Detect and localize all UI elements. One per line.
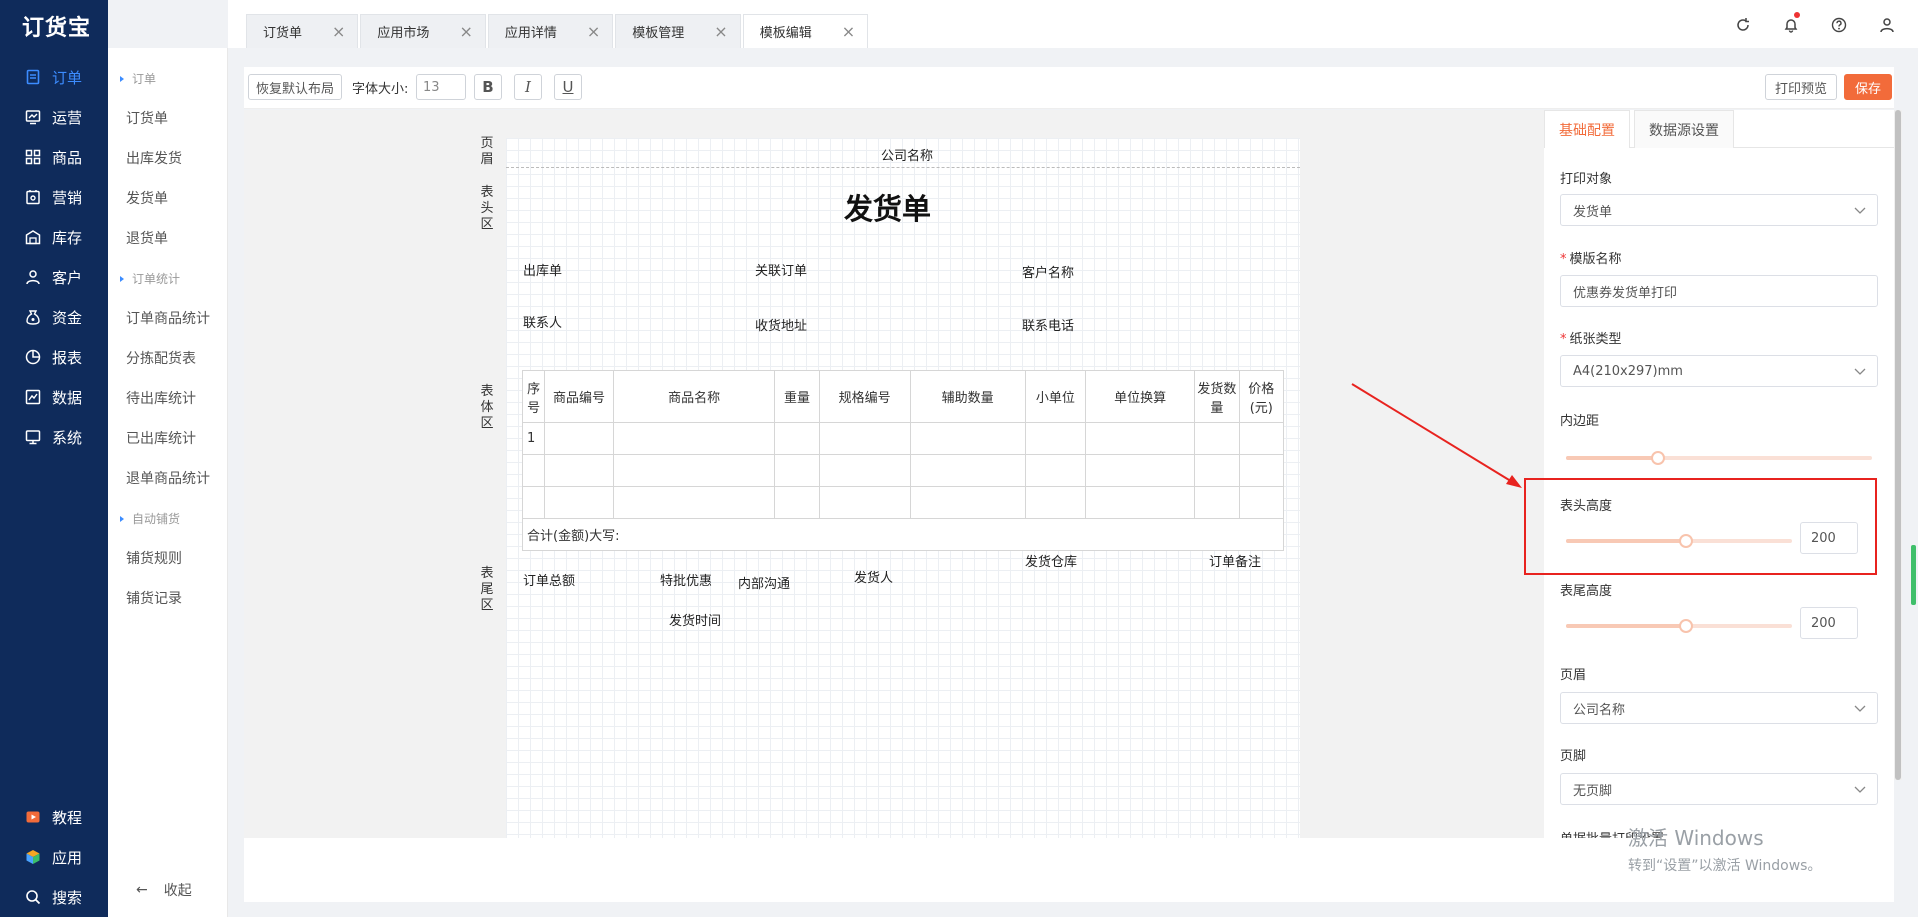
windows-watermark: 激活 Windows 转到“设置”以激活 Windows。 bbox=[1628, 822, 1821, 875]
app-root: 订货宝 订单 运营 商品 营销 库存 客户 资金 报表 数据 系统 教程 应用 … bbox=[0, 0, 1918, 917]
slider-handle[interactable] bbox=[1651, 451, 1665, 465]
footer-height-slider[interactable] bbox=[1566, 619, 1792, 633]
config-panel: 基础配置 数据源设置 打印对象 发货单 * 模版名称 优惠券发货单打印 * 纸张类型… bbox=[1544, 110, 1894, 838]
print-target-select[interactable]: 发货单 bbox=[1560, 194, 1878, 226]
highlight-box bbox=[1524, 478, 1877, 575]
template-name-label: * 模版名称 bbox=[1560, 252, 1622, 267]
paper-type-label: * 纸张类型 bbox=[1560, 332, 1622, 347]
chevron-down-icon bbox=[1853, 701, 1867, 715]
padding-label: 内边距 bbox=[1560, 414, 1600, 429]
tab-datasource[interactable]: 数据源设置 bbox=[1634, 110, 1734, 148]
slider-handle[interactable] bbox=[1679, 619, 1693, 633]
print-target-label: 打印对象 bbox=[1560, 172, 1613, 187]
template-name-input[interactable]: 优惠券发货单打印 bbox=[1560, 275, 1878, 307]
padding-slider[interactable] bbox=[1566, 451, 1872, 465]
panel-scrollbar[interactable] bbox=[1894, 110, 1902, 780]
side-scroll-indicator[interactable] bbox=[1911, 545, 1916, 605]
chevron-down-icon bbox=[1853, 782, 1867, 796]
panel-tabs: 基础配置 数据源设置 bbox=[1544, 110, 1894, 148]
footer-height-label: 表尾高度 bbox=[1560, 584, 1613, 599]
chevron-down-icon bbox=[1853, 364, 1867, 378]
page-header-select[interactable]: 公司名称 bbox=[1560, 692, 1878, 724]
watermark-line-1: 激活 Windows bbox=[1628, 826, 1764, 850]
page-header-label: 页眉 bbox=[1560, 668, 1587, 683]
footer-height-input[interactable]: 200 bbox=[1800, 607, 1858, 639]
chevron-down-icon bbox=[1853, 203, 1867, 217]
page-footer-select[interactable]: 无页脚 bbox=[1560, 773, 1878, 805]
page-footer-label: 页脚 bbox=[1560, 749, 1587, 764]
tab-basic-config[interactable]: 基础配置 bbox=[1544, 110, 1630, 148]
watermark-line-2: 转到“设置”以激活 Windows。 bbox=[1628, 858, 1822, 874]
paper-type-select[interactable]: A4(210x297)mm bbox=[1560, 355, 1878, 387]
scrollbar-thumb[interactable] bbox=[1895, 110, 1901, 780]
